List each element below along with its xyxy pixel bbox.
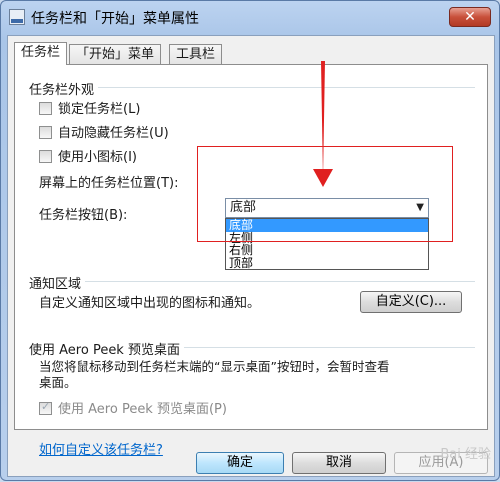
lock-taskbar-label: 锁定任务栏(L)	[58, 102, 141, 117]
ok-button-label: 确定	[226, 455, 253, 470]
location-dropdown-list: 底部 左侧 右侧 顶部	[225, 218, 429, 270]
location-option-bottom[interactable]: 底部	[226, 219, 428, 232]
checkbox-box[interactable]	[39, 126, 52, 139]
location-option-right[interactable]: 右侧	[226, 244, 428, 257]
tab-taskbar[interactable]: 任务栏	[14, 42, 68, 65]
aero-peek-checkbox[interactable]: 使用 Aero Peek 预览桌面(P)	[39, 398, 227, 417]
small-icons-label: 使用小图标(I)	[58, 150, 137, 165]
aero-peek-checkbox-label: 使用 Aero Peek 预览桌面(P)	[58, 402, 227, 417]
checkbox-box[interactable]	[39, 150, 52, 163]
appearance-group-title: 任务栏外观	[29, 79, 99, 98]
tab-label: 任务栏	[21, 45, 61, 60]
customize-button-label: 自定义(C)...	[375, 294, 447, 309]
location-label: 屏幕上的任务栏位置(T):	[39, 176, 179, 191]
checkbox-box[interactable]	[39, 102, 52, 115]
taskbar-buttons-label: 任务栏按钮(B):	[39, 208, 128, 223]
title-bar[interactable]: 任务栏和「开始」菜单属性 ✕	[1, 1, 499, 33]
aero-peek-description-line1: 当您将鼠标移动到任务栏末端的“显示桌面”按钮时，会暂时查看	[39, 359, 390, 374]
small-icons-checkbox[interactable]: 使用小图标(I)	[39, 146, 137, 165]
lock-taskbar-checkbox[interactable]: 锁定任务栏(L)	[39, 98, 140, 117]
close-icon: ✕	[464, 9, 476, 25]
location-option-top[interactable]: 顶部	[226, 256, 428, 270]
cancel-button[interactable]: 取消	[292, 452, 386, 474]
tab-start-menu[interactable]: 「开始」菜单	[69, 44, 162, 64]
notification-description: 自定义通知区域中出现的图标和通知。	[39, 296, 261, 311]
tab-label: 工具栏	[176, 47, 216, 62]
chevron-down-icon[interactable]: ▼	[416, 199, 424, 217]
taskbar-app-icon	[9, 9, 25, 25]
location-option-left[interactable]: 左侧	[226, 231, 428, 245]
dialog-body: 任务栏 「开始」菜单 工具栏 任务栏外观 锁定任务栏(L) 自动隐藏任务栏(U)	[7, 35, 495, 477]
cancel-button-label: 取消	[325, 455, 352, 470]
taskbar-location-select[interactable]: 底部 ▼	[225, 198, 429, 218]
ok-button[interactable]: 确定	[196, 452, 284, 474]
window-title: 任务栏和「开始」菜单属性	[31, 11, 199, 27]
checkbox-box[interactable]	[39, 400, 52, 415]
aero-peek-group: 使用 Aero Peek 预览桌面 当您将鼠标移动到任务栏末端的“显示桌面”按钮…	[29, 339, 475, 428]
taskbar-tab-panel: 任务栏外观 锁定任务栏(L) 自动隐藏任务栏(U) 使用小图标(I) 屏幕上的任…	[14, 64, 488, 458]
tab-label: 「开始」菜单	[76, 47, 155, 62]
tab-toolbars[interactable]: 工具栏	[169, 44, 223, 64]
location-selected-value: 底部	[230, 200, 257, 215]
help-link[interactable]: 如何自定义该任务栏?	[39, 439, 163, 458]
autohide-checkbox[interactable]: 自动隐藏任务栏(U)	[39, 122, 169, 141]
customize-notification-button[interactable]: 自定义(C)...	[360, 291, 462, 313]
notification-group-title: 通知区域	[29, 273, 86, 292]
aero-peek-description-line2: 桌面。	[39, 375, 77, 390]
watermark: Bai 经验	[440, 447, 491, 462]
properties-window: 任务栏和「开始」菜单属性 ✕ 任务栏 「开始」菜单 工具栏 任务栏外观 锁定任务…	[0, 0, 500, 481]
autohide-label: 自动隐藏任务栏(U)	[58, 126, 169, 141]
close-button[interactable]: ✕	[449, 7, 491, 27]
